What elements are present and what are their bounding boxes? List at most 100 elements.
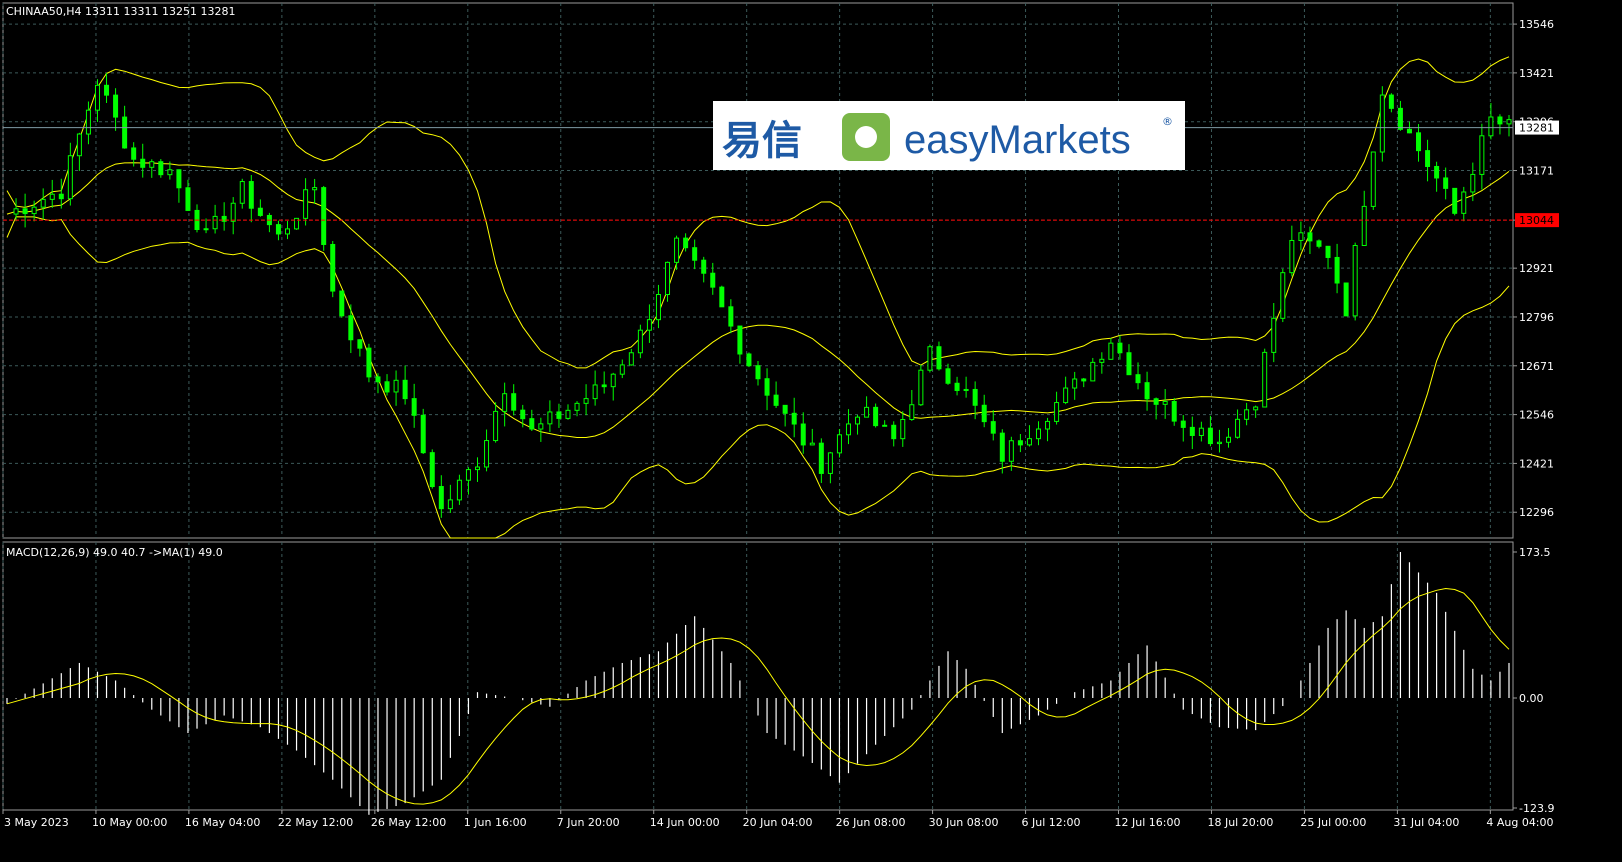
candle-body: [891, 424, 897, 440]
candle-body: [384, 381, 390, 393]
candle-body: [1189, 426, 1195, 436]
candle-body: [113, 94, 119, 118]
brand-en: easyMarkets: [904, 118, 1131, 162]
brand-cn: 易信: [722, 118, 802, 164]
candle-body: [737, 325, 743, 355]
candle-body: [1370, 151, 1376, 207]
candle-body: [456, 479, 462, 501]
candle-body: [610, 373, 616, 388]
candle-body: [601, 384, 607, 388]
candle-body: [547, 411, 553, 425]
candle-body: [954, 382, 960, 391]
candle-body: [1180, 420, 1186, 428]
candle-body: [1026, 438, 1032, 446]
candle-body: [1117, 342, 1123, 354]
candle-body: [1397, 107, 1403, 130]
candle-body: [257, 207, 263, 216]
time-tick-label: 3 May 2023: [4, 816, 69, 829]
candle-body: [818, 442, 824, 474]
candle-body: [438, 486, 444, 510]
candle-body: [1434, 165, 1440, 179]
candle-body: [1488, 116, 1494, 137]
candle-body: [963, 388, 969, 391]
candle-body: [674, 237, 680, 263]
time-tick-label: 30 Jun 08:00: [929, 816, 999, 829]
candle-body: [76, 133, 82, 157]
candle-body: [1334, 256, 1340, 284]
candle-body: [104, 84, 110, 96]
candle-body: [40, 198, 46, 208]
candle-body: [1497, 116, 1503, 125]
candle-body: [420, 414, 426, 454]
candle-body: [827, 452, 833, 474]
candle-body: [1343, 282, 1349, 317]
time-tick-label: 7 Jun 20:00: [557, 816, 620, 829]
candle-body: [1406, 128, 1412, 134]
candle-body: [230, 202, 236, 222]
candle-body: [1388, 94, 1394, 109]
time-tick-label: 4 Aug 04:00: [1486, 816, 1553, 829]
candle-body: [520, 409, 526, 420]
candle-body: [1271, 317, 1277, 353]
trading-chart[interactable]: 1354613421132961317113044129211279612671…: [0, 0, 1622, 862]
time-tick-label: 1 Jun 16:00: [464, 816, 527, 829]
candle-body: [665, 261, 671, 296]
macd-tick-label: 173.5: [1519, 546, 1551, 559]
candle-body: [1008, 440, 1014, 462]
candle-body: [1379, 94, 1385, 153]
candle-body: [275, 224, 281, 235]
candle-body: [1298, 232, 1304, 241]
candle-body: [85, 109, 91, 135]
candle-body: [502, 393, 508, 412]
candle-body: [646, 319, 652, 331]
candle-body: [31, 206, 37, 215]
candle-body: [1216, 441, 1222, 445]
price-tick-label: 12921: [1519, 262, 1554, 275]
candle-body: [1108, 342, 1114, 360]
candle-body: [375, 376, 381, 383]
candle-body: [918, 369, 924, 406]
time-tick-label: 26 May 12:00: [371, 816, 446, 829]
time-tick-label: 6 Jul 12:00: [1022, 816, 1081, 829]
candle-body: [1090, 361, 1096, 382]
candle-body: [1072, 378, 1078, 389]
candle-body: [321, 187, 327, 245]
easymarkets-logo: 易信 easyMarkets ®: [713, 101, 1185, 170]
candle-body: [556, 411, 562, 419]
candle-body: [836, 434, 842, 454]
candle-body: [999, 432, 1005, 462]
candle-body: [511, 393, 517, 411]
candle-body: [1144, 382, 1150, 400]
candle-body: [94, 84, 100, 111]
h-line-price-label: 13044: [1519, 214, 1554, 227]
candle-body: [1045, 420, 1051, 430]
candle-body: [755, 365, 761, 380]
time-tick-label: 10 May 00:00: [92, 816, 167, 829]
candle-body: [1352, 244, 1358, 317]
candle-body: [1443, 177, 1449, 189]
candle-body: [67, 155, 73, 200]
candle-body: [1063, 387, 1069, 404]
candle-body: [628, 352, 634, 366]
candle-body: [212, 215, 218, 230]
candle-body: [348, 315, 354, 341]
candle-body: [1153, 398, 1159, 405]
time-tick-label: 22 May 12:00: [278, 816, 353, 829]
candle-body: [1235, 418, 1241, 438]
price-tick-label: 13546: [1519, 18, 1554, 31]
candle-body: [972, 388, 978, 406]
time-tick-label: 14 Jun 00:00: [650, 816, 720, 829]
current-price-label: 13281: [1519, 122, 1554, 135]
candle-body: [683, 237, 689, 249]
candle-body: [447, 499, 453, 510]
candle-body: [728, 306, 734, 327]
candle-body: [592, 384, 598, 400]
candle-body: [149, 161, 155, 168]
candle-body: [1361, 205, 1367, 246]
candle-body: [393, 379, 399, 393]
time-tick-label: 26 Jun 08:00: [836, 816, 906, 829]
candle-body: [710, 272, 716, 288]
candle-body: [1099, 358, 1105, 363]
candle-body: [1135, 374, 1141, 384]
candle-body: [1262, 351, 1268, 408]
